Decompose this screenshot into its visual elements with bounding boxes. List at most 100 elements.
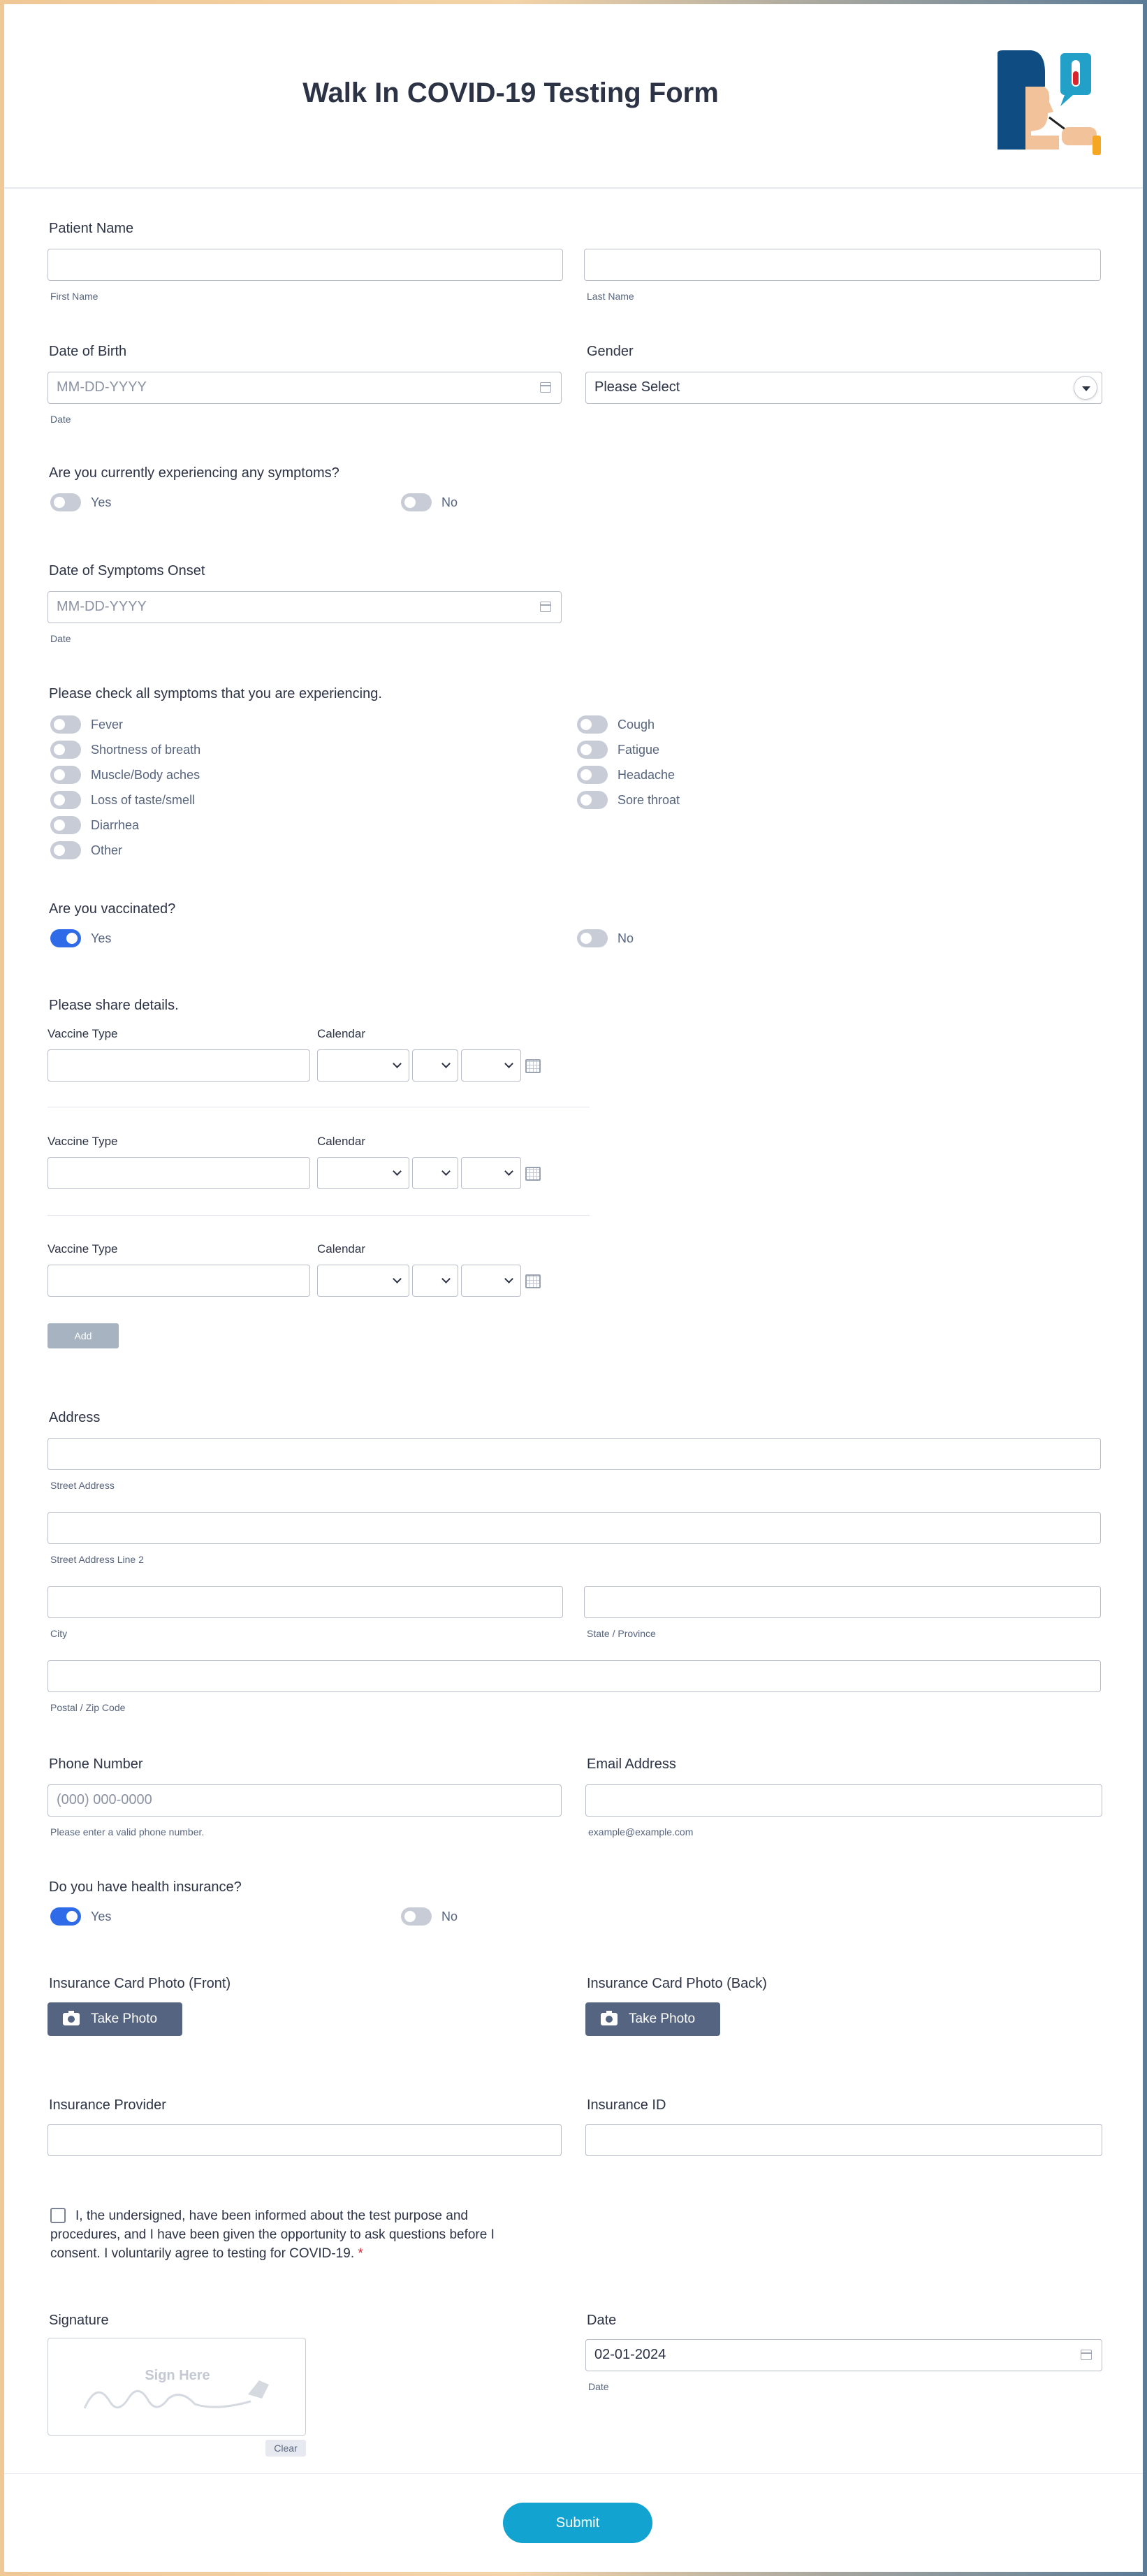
calendar-icon[interactable] [525,1167,541,1181]
calendar-label: Calendar [317,1027,365,1040]
signature-pad[interactable]: Sign Here [48,2338,306,2436]
chevron-down-icon[interactable] [1074,376,1097,400]
insurance-yes-label: Yes [91,1909,112,1923]
toggle-switch[interactable] [50,741,81,759]
symptoms-list-label: Please check all symptoms that you are e… [49,686,382,701]
symptom-label: Loss of taste/smell [91,792,196,807]
gender-select[interactable]: Please Select [585,372,1102,404]
email-input[interactable] [585,1784,1102,1817]
patient-name-label: Patient Name [49,221,134,236]
clear-signature-button[interactable]: Clear [265,2440,306,2457]
onset-date-input[interactable]: MM-DD-YYYY [48,591,562,623]
symptom-toggle[interactable]: Fatigue [577,741,659,759]
day-select[interactable] [412,1265,458,1297]
add-row-button[interactable]: Add [48,1323,119,1348]
state-input[interactable] [584,1586,1101,1618]
toggle-switch[interactable] [50,929,81,947]
insurance-id-input[interactable] [585,2124,1102,2156]
vaccine-type-label: Vaccine Type [48,1242,118,1256]
toggle-switch[interactable] [401,1907,432,1926]
toggle-switch[interactable] [50,766,81,784]
symptom-toggle[interactable]: Diarrhea [50,816,139,834]
card-front-label: Insurance Card Photo (Front) [49,1976,231,1991]
vaccinated-yes-toggle[interactable]: Yes [50,929,111,947]
symptom-toggle[interactable]: Sore throat [577,791,680,809]
calendar-icon[interactable] [525,1059,541,1073]
onset-placeholder: MM-DD-YYYY [57,599,147,614]
symptom-toggle[interactable]: Muscle/Body aches [50,766,200,784]
address-label: Address [49,1410,101,1425]
toggle-switch[interactable] [401,493,432,511]
toggle-switch[interactable] [577,741,608,759]
date-value: 02-01-2024 [594,2347,666,2362]
vaccinated-no-toggle[interactable]: No [577,929,634,947]
month-select[interactable] [317,1049,409,1082]
calendar-icon[interactable] [540,602,551,612]
symptom-toggle[interactable]: Other [50,841,122,859]
street-address-input[interactable] [48,1438,1101,1470]
year-select[interactable] [461,1157,521,1189]
insurance-id-label: Insurance ID [587,2097,666,2113]
toggle-switch[interactable] [50,715,81,734]
consent-text: I, the undersigned, have been informed a… [50,2206,532,2263]
month-select[interactable] [317,1157,409,1189]
symptom-toggle[interactable]: Headache [577,766,675,784]
submit-button[interactable]: Submit [503,2503,652,2543]
vaccine-type-input[interactable] [48,1265,310,1297]
last-name-sublabel: Last Name [587,291,634,302]
toggle-switch[interactable] [577,766,608,784]
symptom-toggle[interactable]: Shortness of breath [50,741,200,759]
calendar-icon[interactable] [540,382,551,393]
toggle-switch[interactable] [50,1907,81,1926]
month-select[interactable] [317,1265,409,1297]
toggle-switch[interactable] [50,841,81,859]
first-name-input[interactable] [48,249,563,281]
date-input[interactable]: 02-01-2024 [585,2339,1102,2371]
gender-value: Please Select [594,379,680,395]
symptom-toggle[interactable]: Fever [50,715,123,734]
header-divider [4,187,1143,189]
toggle-switch[interactable] [577,791,608,809]
symptoms-question-label: Are you currently experiencing any sympt… [49,465,339,481]
date-sublabel: Date [588,2381,609,2392]
insurance-no-toggle[interactable]: No [401,1907,458,1926]
toggle-switch[interactable] [50,493,81,511]
day-select[interactable] [412,1157,458,1189]
dob-label: Date of Birth [49,344,127,359]
year-select[interactable] [461,1049,521,1082]
calendar-icon[interactable] [525,1274,541,1288]
vaccine-type-input[interactable] [48,1157,310,1189]
insurance-question-label: Do you have health insurance? [49,1879,242,1895]
postal-code-input[interactable] [48,1660,1101,1692]
take-photo-label: Take Photo [629,2011,696,2026]
calendar-icon[interactable] [1081,2350,1092,2360]
card-back-label: Insurance Card Photo (Back) [587,1976,767,1991]
last-name-input[interactable] [584,249,1101,281]
email-label: Email Address [587,1756,676,1772]
insurance-provider-input[interactable] [48,2124,562,2156]
phone-placeholder: (000) 000-0000 [57,1792,152,1807]
street-address-2-sublabel: Street Address Line 2 [50,1554,144,1565]
city-input[interactable] [48,1586,563,1618]
insurance-yes-toggle[interactable]: Yes [50,1907,111,1926]
take-photo-back-button[interactable]: Take Photo [585,2002,720,2036]
toggle-switch[interactable] [577,929,608,947]
toggle-switch[interactable] [50,791,81,809]
form-card: Walk In COVID-19 Testing Form Patient Na… [4,4,1143,2572]
street-address-2-input[interactable] [48,1512,1101,1544]
year-select[interactable] [461,1265,521,1297]
symptoms-no-toggle[interactable]: No [401,493,458,511]
symptom-toggle[interactable]: Loss of taste/smell [50,791,195,809]
take-photo-front-button[interactable]: Take Photo [48,2002,182,2036]
symptoms-yes-label: Yes [91,495,112,509]
symptoms-yes-toggle[interactable]: Yes [50,493,111,511]
vaccinated-yes-label: Yes [91,931,112,945]
consent-statement: I, the undersigned, have been informed a… [50,2208,495,2261]
day-select[interactable] [412,1049,458,1082]
symptom-toggle[interactable]: Cough [577,715,655,734]
vaccine-type-input[interactable] [48,1049,310,1082]
toggle-switch[interactable] [577,715,608,734]
phone-input[interactable]: (000) 000-0000 [48,1784,562,1817]
toggle-switch[interactable] [50,816,81,834]
dob-input[interactable]: MM-DD-YYYY [48,372,562,404]
